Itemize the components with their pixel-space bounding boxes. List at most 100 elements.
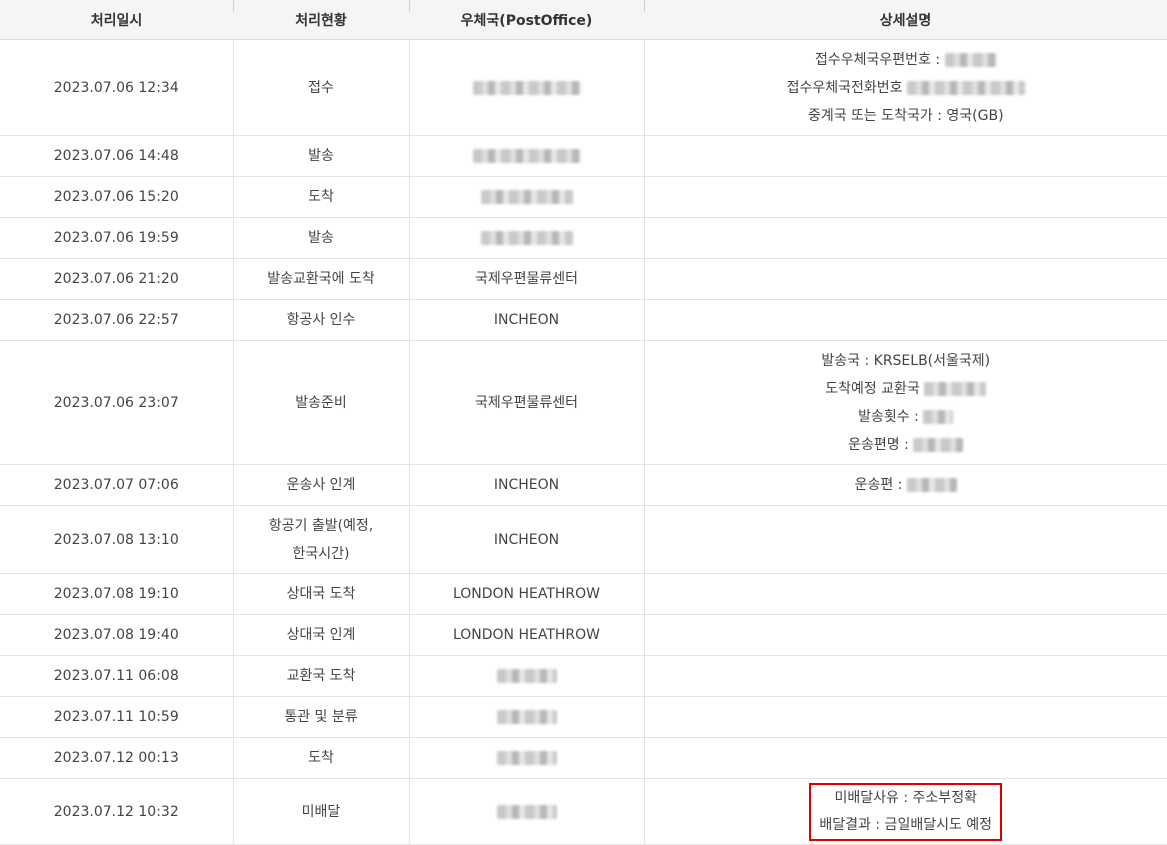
detail-receipt-postcode: 접수우체국우편번호 : xyxy=(815,52,940,68)
row-date: 2023.07.11 06:08 xyxy=(0,656,233,697)
row-date: 2023.07.06 15:20 xyxy=(0,177,233,218)
table-row: 2023.07.06 22:57 항공사 인수 INCHEON xyxy=(0,300,1167,341)
detail-line: 발송횟수 : xyxy=(645,403,1167,431)
row-office: INCHEON xyxy=(409,465,644,506)
table-row: 2023.07.06 23:07 발송준비 국제우편물류센터 발송국 : KRS… xyxy=(0,341,1167,465)
row-detail xyxy=(644,615,1167,656)
redacted-value xyxy=(907,81,1025,95)
redacted-value xyxy=(924,382,986,396)
row-date: 2023.07.08 13:10 xyxy=(0,506,233,574)
table-row: 2023.07.11 10:59 통관 및 분류 xyxy=(0,697,1167,738)
row-status: 도착 xyxy=(233,177,409,218)
row-date: 2023.07.08 19:40 xyxy=(0,615,233,656)
row-detail xyxy=(644,697,1167,738)
row-detail: 발송국 : KRSELB(서울국제) 도착예정 교환국 발송횟수 : 운송편명 … xyxy=(644,341,1167,465)
row-detail xyxy=(644,177,1167,218)
redacted-office xyxy=(473,149,581,163)
detail-undelivered-reason: 미배달사유 : 주소부정확 xyxy=(819,785,992,812)
row-detail xyxy=(644,656,1167,697)
table-row: 2023.07.06 12:34 접수 접수우체국우편번호 : 접수우체국전화번… xyxy=(0,40,1167,136)
row-detail: 접수우체국우편번호 : 접수우체국전화번호 중계국 또는 도착국가 : 영국(G… xyxy=(644,40,1167,136)
row-status: 발송준비 xyxy=(233,341,409,465)
detail-arrival-exchange: 도착예정 교환국 xyxy=(825,381,920,397)
redacted-value xyxy=(907,478,957,492)
table-row: 2023.07.06 14:48 발송 xyxy=(0,136,1167,177)
redacted-office xyxy=(497,710,557,724)
row-office: INCHEON xyxy=(409,506,644,574)
detail-line: 접수우체국우편번호 : xyxy=(645,46,1167,74)
row-office xyxy=(409,218,644,259)
table-row: 2023.07.06 21:20 발송교환국에 도착 국제우편물류센터 xyxy=(0,259,1167,300)
row-status: 도착 xyxy=(233,738,409,779)
row-date: 2023.07.11 10:59 xyxy=(0,697,233,738)
detail-line: 도착예정 교환국 xyxy=(645,375,1167,403)
row-status: 미배달 xyxy=(233,779,409,845)
table-row: 2023.07.11 06:08 교환국 도착 xyxy=(0,656,1167,697)
row-status-line1: 항공기 출발(예정, xyxy=(234,512,409,540)
row-office xyxy=(409,738,644,779)
table-row: 2023.07.06 19:59 발송 xyxy=(0,218,1167,259)
row-status: 항공사 인수 xyxy=(233,300,409,341)
row-date: 2023.07.08 19:10 xyxy=(0,574,233,615)
header-date: 처리일시 xyxy=(0,0,233,40)
detail-receipt-phone: 접수우체국전화번호 xyxy=(787,80,903,96)
row-status: 항공기 출발(예정, 한국시간) xyxy=(233,506,409,574)
redacted-office xyxy=(473,81,581,95)
redacted-office xyxy=(497,751,557,765)
row-date: 2023.07.12 10:32 xyxy=(0,779,233,845)
row-office xyxy=(409,779,644,845)
row-status: 발송 xyxy=(233,218,409,259)
row-status: 발송 xyxy=(233,136,409,177)
detail-send-count: 발송횟수 : xyxy=(858,409,919,425)
table-row: 2023.07.08 19:40 상대국 인계 LONDON HEATHROW xyxy=(0,615,1167,656)
row-detail xyxy=(644,506,1167,574)
row-office xyxy=(409,177,644,218)
redacted-value xyxy=(923,410,953,424)
row-detail xyxy=(644,300,1167,341)
redacted-office xyxy=(497,669,557,683)
row-detail xyxy=(644,218,1167,259)
row-office xyxy=(409,656,644,697)
row-date: 2023.07.06 21:20 xyxy=(0,259,233,300)
row-date: 2023.07.06 14:48 xyxy=(0,136,233,177)
detail-line: 접수우체국전화번호 xyxy=(645,74,1167,102)
header-detail: 상세설명 xyxy=(644,0,1167,40)
row-date: 2023.07.06 12:34 xyxy=(0,40,233,136)
row-status: 통관 및 분류 xyxy=(233,697,409,738)
row-status: 상대국 도착 xyxy=(233,574,409,615)
row-office xyxy=(409,697,644,738)
row-date: 2023.07.06 19:59 xyxy=(0,218,233,259)
header-office: 우체국(PostOffice) xyxy=(409,0,644,40)
row-status-line2: 한국시간) xyxy=(234,540,409,568)
row-office: 국제우편물류센터 xyxy=(409,341,644,465)
detail-delivery-result: 배달결과 : 금일배달시도 예정 xyxy=(819,812,992,839)
tracking-table: 처리일시 처리현황 우체국(PostOffice) 상세설명 2023.07.0… xyxy=(0,0,1167,845)
row-status: 상대국 인계 xyxy=(233,615,409,656)
row-detail: 운송편 : xyxy=(644,465,1167,506)
row-date: 2023.07.12 00:13 xyxy=(0,738,233,779)
detail-transport: 운송편 : xyxy=(855,477,903,493)
header-status: 처리현황 xyxy=(233,0,409,40)
row-status: 교환국 도착 xyxy=(233,656,409,697)
row-status: 접수 xyxy=(233,40,409,136)
detail-sending-country: 발송국 : KRSELB(서울국제) xyxy=(645,347,1167,375)
table-row: 2023.07.12 00:13 도착 xyxy=(0,738,1167,779)
row-office xyxy=(409,40,644,136)
row-detail xyxy=(644,738,1167,779)
row-office: INCHEON xyxy=(409,300,644,341)
table-header: 처리일시 처리현황 우체국(PostOffice) 상세설명 xyxy=(0,0,1167,40)
row-date: 2023.07.06 22:57 xyxy=(0,300,233,341)
row-status: 운송사 인계 xyxy=(233,465,409,506)
table-row: 2023.07.08 13:10 항공기 출발(예정, 한국시간) INCHEO… xyxy=(0,506,1167,574)
table-row: 2023.07.12 10:32 미배달 미배달사유 : 주소부정확 배달결과 … xyxy=(0,779,1167,845)
undelivered-highlight-box: 미배달사유 : 주소부정확 배달결과 : 금일배달시도 예정 xyxy=(809,783,1002,841)
detail-destination: 중계국 또는 도착국가 : 영국(GB) xyxy=(645,102,1167,130)
redacted-value xyxy=(945,53,997,67)
row-detail xyxy=(644,574,1167,615)
detail-flight-name: 운송편명 : xyxy=(848,437,909,453)
redacted-value xyxy=(913,438,963,452)
row-office xyxy=(409,136,644,177)
row-date: 2023.07.06 23:07 xyxy=(0,341,233,465)
row-office: LONDON HEATHROW xyxy=(409,574,644,615)
row-office: LONDON HEATHROW xyxy=(409,615,644,656)
